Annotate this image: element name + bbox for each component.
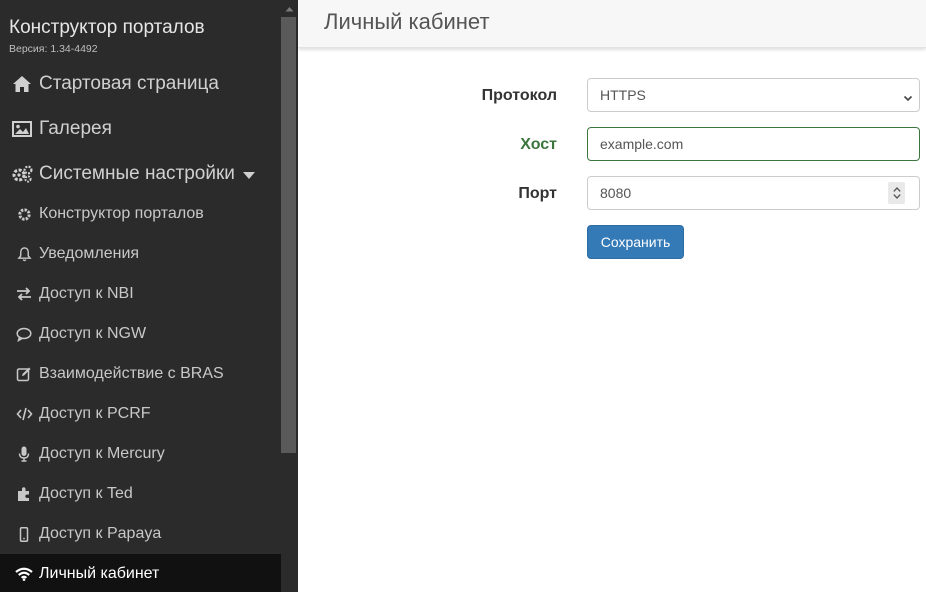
sidebar-item-label: Галерея [39,118,112,139]
caret-down-icon [242,171,255,179]
sidebar-item-portal-builder[interactable]: Конструктор порталов [0,194,281,234]
sidebar-item-label: Личный кабинет [39,565,160,582]
sidebar-nav: Конструктор порталов Версия: 1.34-4492 С… [0,0,281,592]
mobile-icon [15,525,33,543]
code-icon [15,405,33,423]
scroll-up-arrow-icon[interactable] [281,0,298,17]
gear-icon [15,205,33,223]
sidebar-item-bras[interactable]: Взаимодействие с BRAS [0,354,281,394]
protocol-select[interactable]: HTTPS [587,78,920,112]
puzzle-icon [15,485,33,503]
version-label: Версия: 1.34-4492 [9,43,98,55]
home-icon [11,74,33,94]
port-value: 8080 [600,185,632,201]
brand-title[interactable]: Конструктор порталов [9,17,205,39]
port-label: Порт [518,185,557,202]
sidebar-item-label: Конструктор порталов [39,205,204,222]
protocol-label: Протокол [481,87,557,104]
bell-icon [15,245,33,263]
sidebar-item-label: Уведомления [39,245,140,262]
host-input[interactable]: example.com [587,127,920,161]
edit-icon [15,365,33,383]
comment-icon [15,325,33,343]
sidebar-item-label: Доступ к NBI [39,285,134,302]
sidebar-item-label: Стартовая страница [39,73,219,94]
save-button[interactable]: Сохранить [587,225,684,259]
wifi-icon [15,565,33,583]
host-label: Хост [520,136,557,153]
page-title: Личный кабинет [324,9,490,34]
scrollbar-thumb[interactable] [281,17,296,453]
sidebar-item-personal-account[interactable]: Личный кабинет [0,554,281,592]
page-header: Личный кабинет [298,0,926,48]
sidebar-item-label: Доступ к PCRF [39,405,151,422]
sidebar-item-nbi[interactable]: Доступ к NBI [0,274,281,314]
sidebar-item-mercury[interactable]: Доступ к Mercury [0,434,281,474]
sidebar: Конструктор порталов Версия: 1.34-4492 С… [0,0,298,592]
microphone-icon [15,445,33,463]
port-stepper[interactable] [888,182,905,204]
sidebar-item-label: Доступ к Mercury [39,445,165,462]
sidebar-item-pcrf[interactable]: Доступ к PCRF [0,394,281,434]
sidebar-item-papaya[interactable]: Доступ к Papaya [0,514,281,554]
chevron-up-icon[interactable] [892,187,901,192]
sidebar-item-label: Доступ к NGW [39,325,147,342]
host-value: example.com [600,136,684,152]
sidebar-item-system-settings[interactable]: Системные настройки [0,156,281,192]
protocol-value: HTTPS [600,87,646,103]
cogs-icon [11,164,33,184]
sidebar-item-home[interactable]: Стартовая страница [0,66,281,102]
chevron-down-icon [903,90,913,106]
chevron-down-icon[interactable] [892,194,901,199]
sidebar-item-notifications[interactable]: Уведомления [0,234,281,274]
sidebar-item-label: Доступ к Papaya [39,525,162,542]
sidebar-item-ngw[interactable]: Доступ к NGW [0,314,281,354]
sidebar-item-label: Системные настройки [39,163,235,184]
exchange-icon [15,285,33,303]
sidebar-item-label: Взаимодействие с BRAS [39,365,224,382]
sidebar-item-ted[interactable]: Доступ к Ted [0,474,281,514]
port-input[interactable]: 8080 [587,176,920,210]
image-icon [11,119,33,139]
sidebar-item-label: Доступ к Ted [39,485,133,502]
sidebar-item-gallery[interactable]: Галерея [0,111,281,147]
